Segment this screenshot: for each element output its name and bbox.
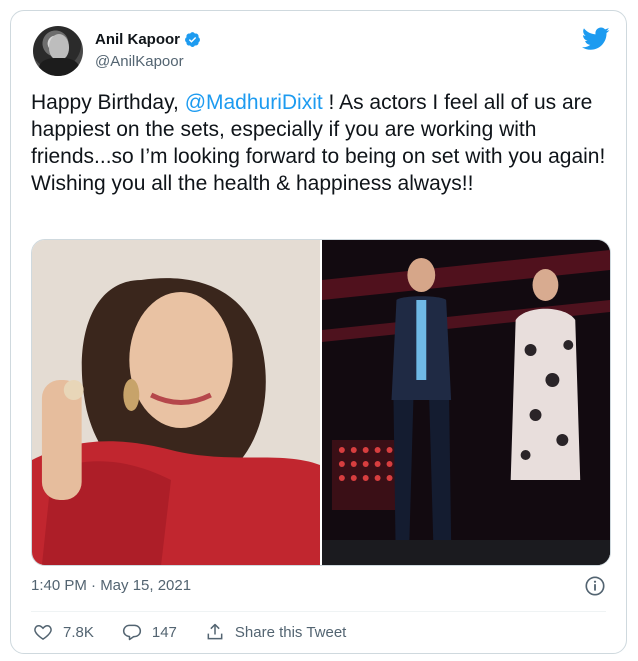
tweet-timestamp[interactable]: 1:40 PM · May 15, 2021 <box>31 577 191 594</box>
author-name[interactable]: Anil Kapoor <box>95 31 180 48</box>
tweet-text: Happy Birthday, @MadhuriDixit ! As actor… <box>31 89 621 197</box>
avatar-body <box>39 58 79 76</box>
tweet-paragraph-2: Wishing you all the health & happiness a… <box>31 172 474 195</box>
author-avatar[interactable] <box>33 26 83 76</box>
avatar-face <box>49 34 69 60</box>
tweet-photo-stage[interactable] <box>322 240 610 565</box>
share-button[interactable]: Share this Tweet <box>205 622 346 642</box>
author-handle[interactable]: @AnilKapoor <box>95 53 184 70</box>
heart-icon <box>34 624 52 640</box>
info-icon[interactable] <box>584 575 606 597</box>
reply-count: 147 <box>151 623 177 641</box>
reply-icon <box>122 624 141 641</box>
tweet-paragraph-1: Happy Birthday, @MadhuriDixit ! As actor… <box>31 89 621 170</box>
tweet-text-start: Happy Birthday, <box>31 91 185 114</box>
tweet-actions: 7.8K 147 Share this Tweet <box>33 622 374 642</box>
like-button[interactable]: 7.8K <box>33 622 94 642</box>
portrait-illustration <box>32 240 320 565</box>
author-name-row[interactable]: Anil Kapoor <box>95 31 201 48</box>
actions-divider <box>31 611 606 612</box>
like-count: 7.8K <box>63 623 94 641</box>
tweet-media[interactable] <box>31 239 611 566</box>
twitter-bird-icon[interactable] <box>582 27 610 51</box>
verified-badge-icon <box>185 32 200 47</box>
tweet-photo-portrait[interactable] <box>32 240 320 565</box>
reply-button[interactable]: 147 <box>122 622 177 642</box>
mention-link[interactable]: @MadhuriDixit <box>185 91 323 114</box>
share-label: Share this Tweet <box>234 623 347 641</box>
stage-illustration <box>322 240 610 565</box>
share-icon <box>207 623 223 640</box>
tweet-card[interactable]: Anil Kapoor @AnilKapoor Happy Birthday, … <box>10 10 627 654</box>
